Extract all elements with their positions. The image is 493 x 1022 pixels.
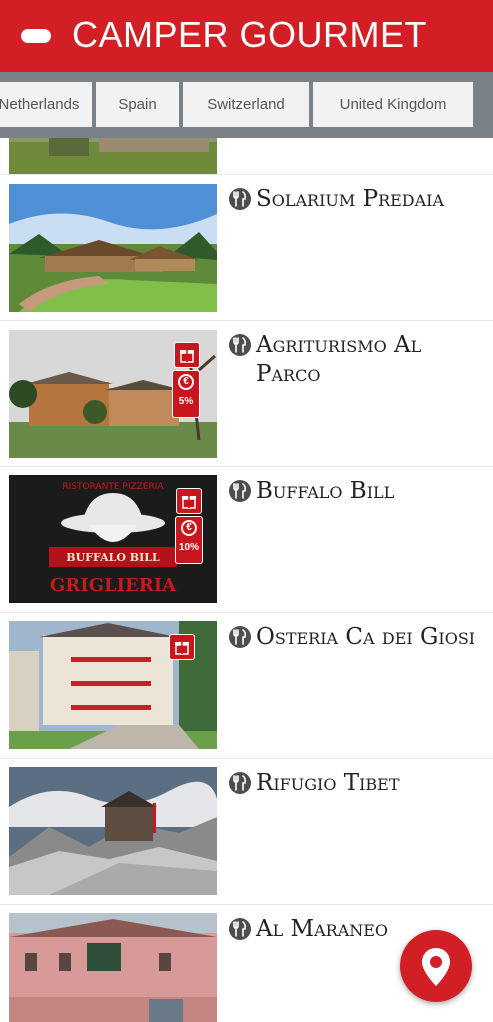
- restaurant-name[interactable]: Rifugio Tibet: [229, 769, 479, 798]
- restaurant-name-block: Osteria Ca dei Giosi: [229, 623, 479, 652]
- map-button[interactable]: [400, 930, 472, 1002]
- restaurant-name-block: Agriturismo Al Parco: [229, 331, 479, 389]
- list-item[interactable]: € 5% Agriturismo Al Parco: [0, 321, 493, 467]
- grill-text: GRIGLIERIA: [50, 575, 177, 596]
- app-header: CAMPER GOURMET: [0, 0, 493, 72]
- discount-value: 10%: [178, 542, 199, 553]
- gift-icon: [169, 634, 195, 660]
- restaurant-name-block: Buffalo Bill: [229, 477, 479, 506]
- restaurant-name-block: Solarium Predaia: [229, 185, 479, 214]
- euro-icon: €: [181, 520, 197, 536]
- restaurant-list[interactable]: Solarium Predaia € 5% Agriturismo Al Par…: [0, 138, 493, 1022]
- arc-text: RISTORANTE PIZZERIA: [62, 482, 164, 492]
- restaurant-photo: [9, 138, 217, 174]
- discount-value: 5%: [178, 396, 194, 407]
- list-item[interactable]: Rifugio Tibet: [0, 759, 493, 905]
- fork-knife-icon: [229, 480, 251, 502]
- gift-icon: [174, 342, 200, 368]
- restaurant-name[interactable]: Agriturismo Al Parco: [229, 331, 479, 389]
- list-item[interactable]: Solarium Predaia: [0, 175, 493, 321]
- map-pin-icon: [422, 948, 450, 986]
- fork-knife-icon: [229, 918, 251, 940]
- tab-netherlands[interactable]: Netherlands: [0, 82, 92, 127]
- restaurant-name-block: Rifugio Tibet: [229, 769, 479, 798]
- back-icon[interactable]: [21, 29, 51, 43]
- fork-knife-icon: [229, 334, 251, 356]
- fork-knife-icon: [229, 626, 251, 648]
- tab-united-kingdom[interactable]: United Kingdom: [313, 82, 473, 127]
- list-item[interactable]: [0, 138, 493, 175]
- discount-badge: € 5%: [172, 370, 200, 418]
- sign-text: BUFFALO BILL: [66, 551, 160, 564]
- tab-spain[interactable]: Spain: [96, 82, 179, 127]
- country-tab-bar[interactable]: Netherlands Spain Switzerland United Kin…: [0, 72, 493, 138]
- list-item[interactable]: BUFFALO BILL GRIGLIERIA RISTORANTE PIZZE…: [0, 467, 493, 613]
- gift-icon: [176, 488, 202, 514]
- discount-badge: € 10%: [175, 516, 203, 564]
- fork-knife-icon: [229, 772, 251, 794]
- restaurant-photo: [9, 913, 217, 1022]
- restaurant-name[interactable]: Buffalo Bill: [229, 477, 479, 506]
- euro-icon: €: [178, 374, 194, 390]
- restaurant-photo: [9, 767, 217, 895]
- list-item[interactable]: Osteria Ca dei Giosi: [0, 613, 493, 759]
- tab-switzerland[interactable]: Switzerland: [183, 82, 309, 127]
- restaurant-name[interactable]: Solarium Predaia: [229, 185, 479, 214]
- restaurant-name[interactable]: Osteria Ca dei Giosi: [229, 623, 479, 652]
- fork-knife-icon: [229, 188, 251, 210]
- restaurant-photo: [9, 184, 217, 312]
- app-title: CAMPER GOURMET: [72, 14, 428, 55]
